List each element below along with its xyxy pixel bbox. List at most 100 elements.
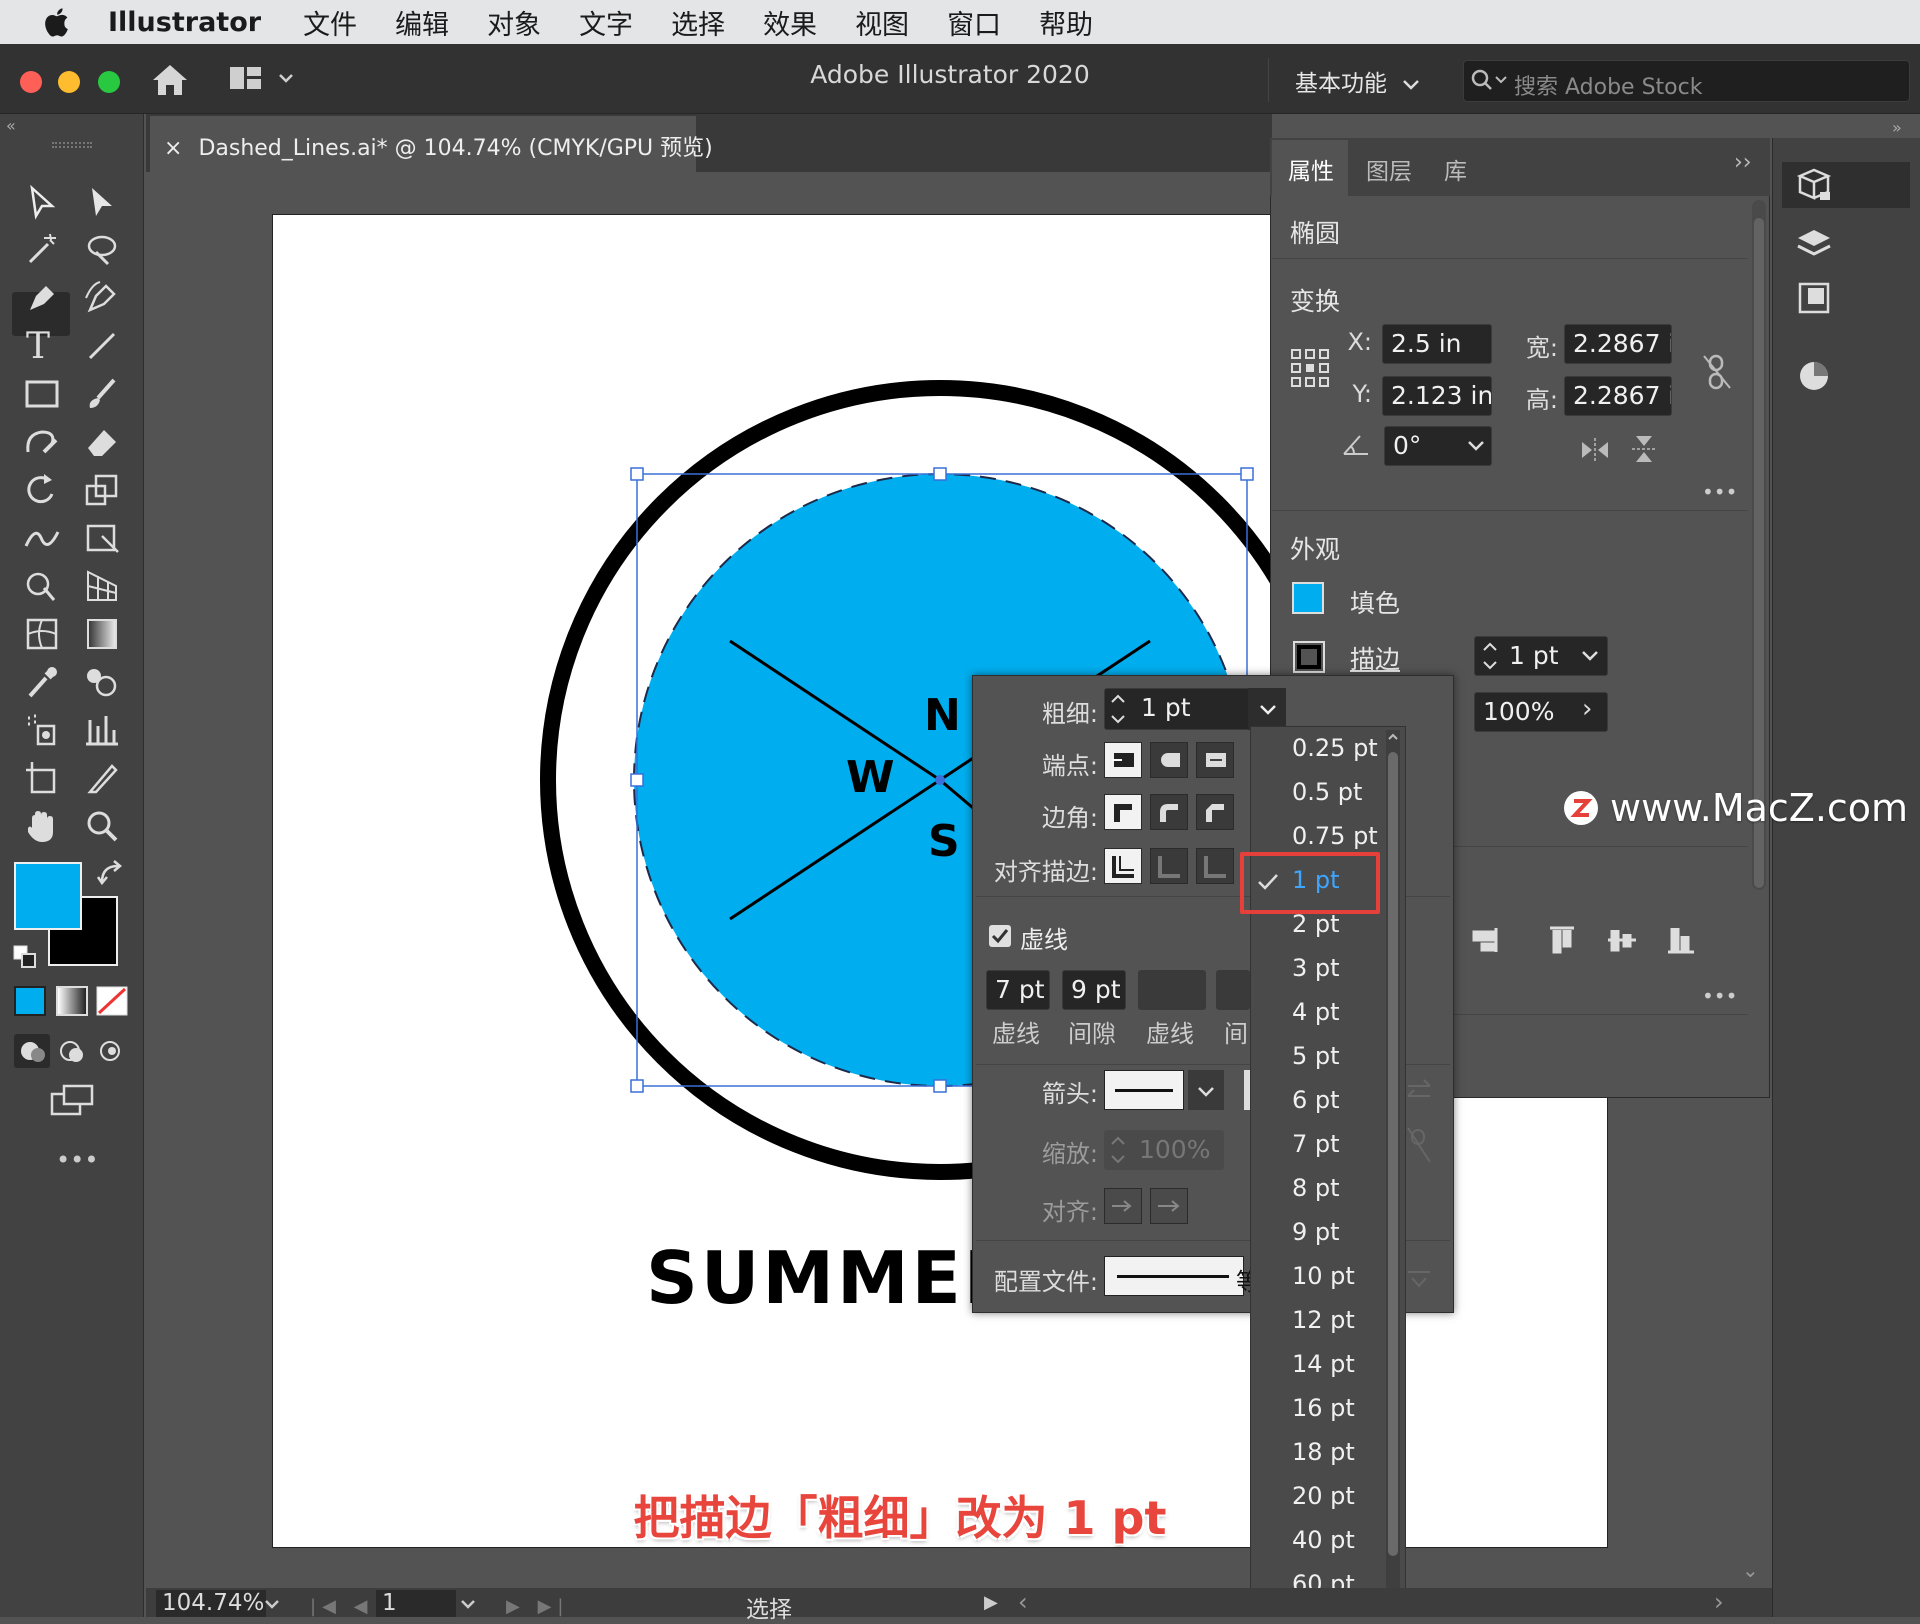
stepper-icon[interactable] [1108,690,1128,728]
vscroll-down-icon[interactable]: ⌄ [1742,1558,1759,1582]
dash-1-input[interactable]: 7 pt [986,970,1050,1010]
menu-file[interactable]: 文件 [303,3,357,42]
zoom-field[interactable]: 104.74% [156,1590,266,1617]
handle-bottom-left[interactable] [630,1079,644,1093]
panel-expand-icon[interactable]: ›› [1734,150,1752,175]
chevron-down-icon[interactable] [1578,646,1602,666]
stroke-swatch[interactable] [1292,640,1326,674]
gradient-mode-button[interactable] [56,986,88,1016]
eraser-tool-icon[interactable] [82,422,122,462]
libraries-panel-icon[interactable] [1794,278,1834,318]
properties-panel-icon[interactable] [1794,166,1834,206]
scale-tool-icon[interactable] [82,470,122,510]
transform-more-icon[interactable]: ••• [1702,480,1737,504]
type-tool-icon[interactable]: T [26,326,50,367]
projecting-cap-button[interactable] [1196,742,1234,778]
menu-edit[interactable]: 编辑 [395,3,449,42]
shape-builder-tool-icon[interactable] [22,566,62,606]
gradient-tool-icon[interactable] [82,614,122,654]
stepper-icon[interactable] [1480,638,1500,674]
handle-left[interactable] [630,773,644,787]
chevron-down-icon[interactable] [458,1596,478,1614]
zoom-window-button[interactable] [98,71,120,93]
color-mode-button[interactable] [14,986,46,1016]
symbol-sprayer-tool-icon[interactable] [22,710,62,750]
slice-tool-icon[interactable] [82,758,122,798]
arrow-start-select[interactable] [1104,1070,1184,1110]
hscroll-left-icon[interactable]: ‹ [1018,1588,1028,1616]
tab-libraries[interactable]: 库 [1444,152,1467,186]
height-input[interactable]: 2.2867 in [1564,376,1672,416]
weight-option[interactable]: 10 pt [1292,1262,1355,1290]
column-graph-tool-icon[interactable] [82,710,122,750]
artboard-prev-icons[interactable]: |◀ ◀ [310,1596,373,1617]
profile-select[interactable] [1104,1256,1244,1296]
tab-properties[interactable]: 属性 [1288,152,1334,186]
menu-window[interactable]: 窗口 [947,3,1001,42]
selection-tool-icon[interactable] [22,182,62,222]
round-join-button[interactable] [1150,794,1188,830]
arrow-place-button[interactable] [1150,1188,1188,1224]
weight-option[interactable]: 3 pt [1292,954,1340,982]
fill-swatch[interactable] [1292,582,1324,614]
chevron-down-icon[interactable] [262,1596,282,1614]
menu-help[interactable]: 帮助 [1039,3,1093,42]
lasso-tool-icon[interactable] [82,230,122,270]
weight-option[interactable]: 0.25 pt [1292,734,1378,762]
align-buttons-icon[interactable] [1400,920,1760,960]
artboard-next-icons[interactable]: ▶ ▶| [506,1596,569,1617]
handle-bottom[interactable] [933,1079,947,1093]
more-tools-icon[interactable]: ••• [56,1146,98,1174]
gap-1-input[interactable]: 9 pt [1062,970,1126,1010]
layers-panel-icon[interactable] [1794,222,1834,262]
butt-cap-button[interactable] [1104,742,1142,778]
dashed-line-checkbox[interactable] [988,924,1012,948]
paintbrush-tool-icon[interactable] [82,374,122,414]
menu-view[interactable]: 视图 [855,3,909,42]
rectangle-tool-icon[interactable] [22,374,62,414]
screen-mode-icon[interactable] [48,1082,96,1118]
constrain-proportions-icon[interactable] [1700,352,1734,392]
drawing-modes-icon[interactable] [14,1034,130,1068]
menu-object[interactable]: 对象 [487,3,541,42]
stepper-icon[interactable] [1108,1132,1128,1168]
color-panel-icon[interactable] [1794,356,1834,396]
perspective-grid-tool-icon[interactable] [82,566,122,606]
round-cap-button[interactable] [1150,742,1188,778]
curvature-tool-icon[interactable] [82,278,122,318]
menu-type[interactable]: 文字 [579,3,633,42]
document-tab[interactable]: × Dashed_Lines.ai* @ 104.74% (CMYK/GPU 预览… [150,116,713,172]
artboard-tool-icon[interactable] [22,758,62,798]
weight-option[interactable]: 16 pt [1292,1394,1355,1422]
artboard-number-field[interactable]: 1 [376,1590,456,1617]
minimize-window-button[interactable] [58,71,80,93]
dropdown-scrollbar-thumb[interactable] [1388,752,1398,1556]
weight-option[interactable]: 40 pt [1292,1526,1355,1554]
collapse-dock-icon[interactable]: » [1892,118,1902,137]
handle-top-right[interactable] [1240,467,1254,481]
stroke-label-link[interactable]: 描边 [1350,640,1400,676]
tab-layers[interactable]: 图层 [1366,152,1412,186]
weight-option[interactable]: 8 pt [1292,1174,1340,1202]
arrange-documents-icon[interactable] [228,64,298,92]
reference-point-icon[interactable] [1290,348,1330,388]
close-tab-icon[interactable]: × [164,136,182,161]
eyedropper-tool-icon[interactable] [22,662,62,702]
x-input[interactable]: 2.5 in [1382,324,1492,364]
weight-option[interactable]: 12 pt [1292,1306,1355,1334]
scroll-up-icon[interactable] [1386,730,1400,744]
blend-tool-icon[interactable] [82,662,122,702]
swap-colors-icon[interactable] [96,858,126,888]
home-icon[interactable] [150,62,190,98]
weight-option[interactable]: 0.75 pt [1292,822,1378,850]
chevron-down-icon[interactable] [1464,436,1488,456]
menu-effect[interactable]: 效果 [763,3,817,42]
flip-horizontal-icon[interactable] [1578,436,1612,464]
close-window-button[interactable] [20,71,42,93]
miter-join-button[interactable] [1104,794,1142,830]
handle-top[interactable] [933,467,947,481]
toolbar-grip[interactable] [52,142,92,148]
weight-option[interactable]: 4 pt [1292,998,1340,1026]
weight-option[interactable]: 5 pt [1292,1042,1340,1070]
gap-2-input[interactable] [1216,970,1250,1010]
